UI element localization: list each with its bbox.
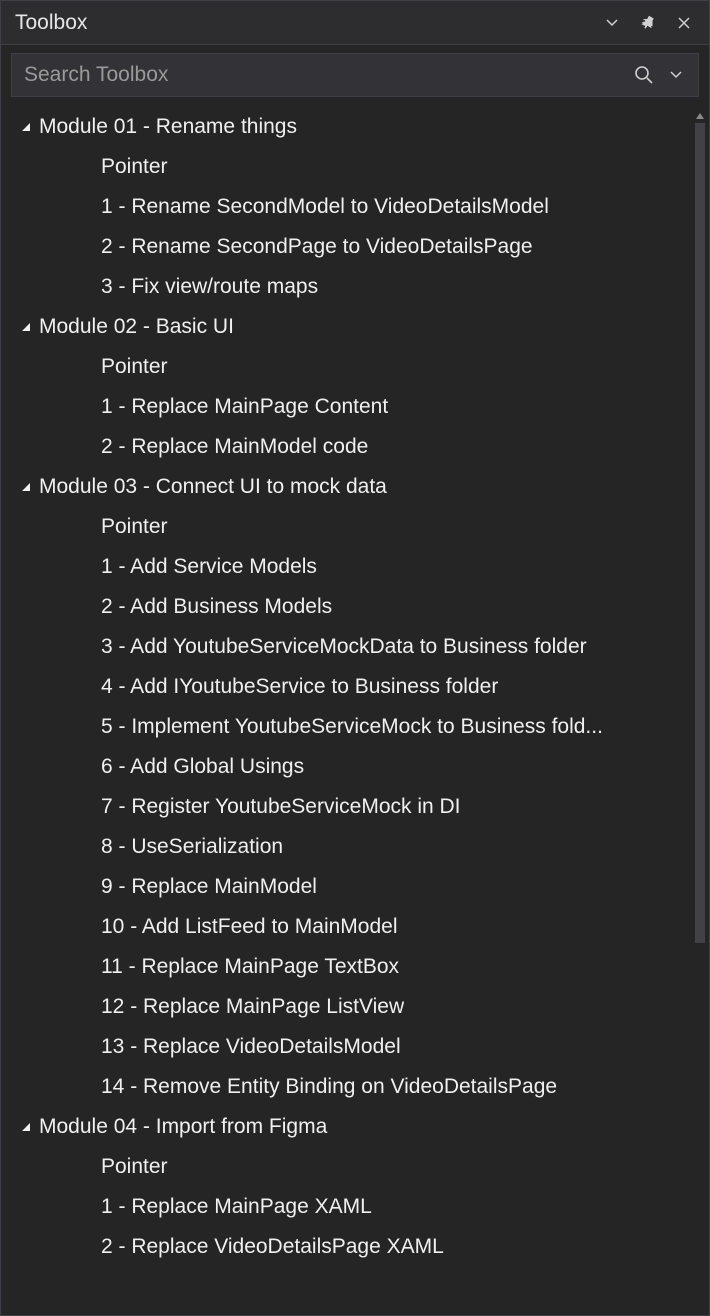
toolbox-item-label: 14 - Remove Entity Binding on VideoDetai… [101, 1075, 557, 1099]
module-label: Module 04 - Import from Figma [39, 1115, 327, 1139]
module-label: Module 02 - Basic UI [39, 315, 234, 339]
toolbox-item[interactable]: 5 - Implement YoutubeServiceMock to Busi… [1, 707, 709, 747]
toolbox-item-label: 13 - Replace VideoDetailsModel [101, 1035, 401, 1059]
search-input[interactable] [24, 63, 626, 87]
toolbox-item[interactable]: 6 - Add Global Usings [1, 747, 709, 787]
search-bar [11, 53, 699, 97]
toolbox-item[interactable]: 9 - Replace MainModel [1, 867, 709, 907]
toolbox-item[interactable]: 1 - Replace MainPage XAML [1, 1187, 709, 1227]
panel-title: Toolbox [15, 11, 591, 35]
pin-icon [640, 15, 656, 31]
toolbox-item[interactable]: 2 - Rename SecondPage to VideoDetailsPag… [1, 227, 709, 267]
expand-toggle-icon [19, 320, 33, 334]
toolbox-item[interactable]: 7 - Register YoutubeServiceMock in DI [1, 787, 709, 827]
toolbox-item[interactable]: 13 - Replace VideoDetailsModel [1, 1027, 709, 1067]
toolbox-item[interactable]: 3 - Add YoutubeServiceMockData to Busine… [1, 627, 709, 667]
close-button[interactable] [669, 8, 699, 38]
toolbox-item[interactable]: 2 - Replace MainModel code [1, 427, 709, 467]
tree-container: Module 01 - Rename things Pointer 1 - Rena… [1, 103, 709, 1315]
search-icon [634, 65, 654, 85]
toolbox-item[interactable]: 1 - Add Service Models [1, 547, 709, 587]
toolbox-item[interactable]: 11 - Replace MainPage TextBox [1, 947, 709, 987]
toolbox-item-label: 8 - UseSerialization [101, 835, 283, 859]
toolbox-item-label: 2 - Replace VideoDetailsPage XAML [101, 1235, 444, 1259]
chevron-down-icon [669, 68, 683, 82]
toolbox-item-label: 10 - Add ListFeed to MainModel [101, 915, 398, 939]
module-header[interactable]: Module 01 - Rename things [1, 107, 709, 147]
toolbox-item-label: 1 - Add Service Models [101, 555, 317, 579]
toolbox-tree: Module 01 - Rename things Pointer 1 - Rena… [1, 103, 709, 1271]
window-position-button[interactable] [597, 8, 627, 38]
search-options-button[interactable] [662, 61, 690, 89]
toolbox-item[interactable]: 10 - Add ListFeed to MainModel [1, 907, 709, 947]
toolbox-item[interactable]: 1 - Replace MainPage Content [1, 387, 709, 427]
toolbox-item[interactable]: 14 - Remove Entity Binding on VideoDetai… [1, 1067, 709, 1107]
pin-button[interactable] [633, 8, 663, 38]
toolbox-item[interactable]: Pointer [1, 347, 709, 387]
toolbox-item[interactable]: 2 - Add Business Models [1, 587, 709, 627]
module-header[interactable]: Module 03 - Connect UI to mock data [1, 467, 709, 507]
scrollbar-thumb[interactable] [695, 123, 705, 943]
toolbox-item[interactable]: Pointer [1, 147, 709, 187]
toolbox-item-label: Pointer [101, 155, 168, 179]
scrollbar-track[interactable] [693, 123, 707, 1295]
toolbox-item[interactable]: 3 - Fix view/route maps [1, 267, 709, 307]
expand-toggle-icon [19, 120, 33, 134]
toolbox-item-label: 12 - Replace MainPage ListView [101, 995, 404, 1019]
module-label: Module 01 - Rename things [39, 115, 297, 139]
toolbox-item-label: 2 - Rename SecondPage to VideoDetailsPag… [101, 235, 533, 259]
toolbox-item-label: 2 - Replace MainModel code [101, 435, 368, 459]
expand-toggle-icon [19, 1120, 33, 1134]
toolbox-item[interactable]: 1 - Rename SecondModel to VideoDetailsMo… [1, 187, 709, 227]
toolbox-item[interactable]: Pointer [1, 1147, 709, 1187]
toolbox-item-label: 5 - Implement YoutubeServiceMock to Busi… [101, 715, 603, 739]
toolbox-item-label: 4 - Add IYoutubeService to Business fold… [101, 675, 498, 699]
toolbox-item[interactable]: 4 - Add IYoutubeService to Business fold… [1, 667, 709, 707]
vertical-scrollbar[interactable] [693, 109, 707, 1309]
toolbox-item-label: 7 - Register YoutubeServiceMock in DI [101, 795, 461, 819]
module-header[interactable]: Module 02 - Basic UI [1, 307, 709, 347]
toolbox-item-label: 9 - Replace MainModel [101, 875, 317, 899]
toolbox-item-label: 6 - Add Global Usings [101, 755, 304, 779]
toolbox-item-label: Pointer [101, 1155, 168, 1179]
toolbox-panel: Toolbox [0, 0, 710, 1316]
titlebar: Toolbox [1, 1, 709, 45]
triangle-up-icon [695, 111, 705, 121]
toolbox-item-label: 3 - Fix view/route maps [101, 275, 318, 299]
toolbox-item-label: Pointer [101, 355, 168, 379]
expand-toggle-icon [19, 480, 33, 494]
close-icon [677, 16, 691, 30]
toolbox-item[interactable]: 12 - Replace MainPage ListView [1, 987, 709, 1027]
module-label: Module 03 - Connect UI to mock data [39, 475, 387, 499]
toolbox-item-label: 11 - Replace MainPage TextBox [101, 955, 399, 979]
chevron-down-icon [605, 16, 619, 30]
toolbox-item-label: 1 - Replace MainPage XAML [101, 1195, 372, 1219]
toolbox-item[interactable]: 8 - UseSerialization [1, 827, 709, 867]
toolbox-item-label: Pointer [101, 515, 168, 539]
toolbox-item-label: 3 - Add YoutubeServiceMockData to Busine… [101, 635, 587, 659]
toolbox-item[interactable]: 2 - Replace VideoDetailsPage XAML [1, 1227, 709, 1267]
toolbox-item-label: 1 - Rename SecondModel to VideoDetailsMo… [101, 195, 549, 219]
search-button[interactable] [630, 61, 658, 89]
module-header[interactable]: Module 04 - Import from Figma [1, 1107, 709, 1147]
scroll-up-arrow[interactable] [693, 109, 707, 123]
toolbox-item-label: 1 - Replace MainPage Content [101, 395, 388, 419]
toolbox-item-label: 2 - Add Business Models [101, 595, 332, 619]
toolbox-item[interactable]: Pointer [1, 507, 709, 547]
